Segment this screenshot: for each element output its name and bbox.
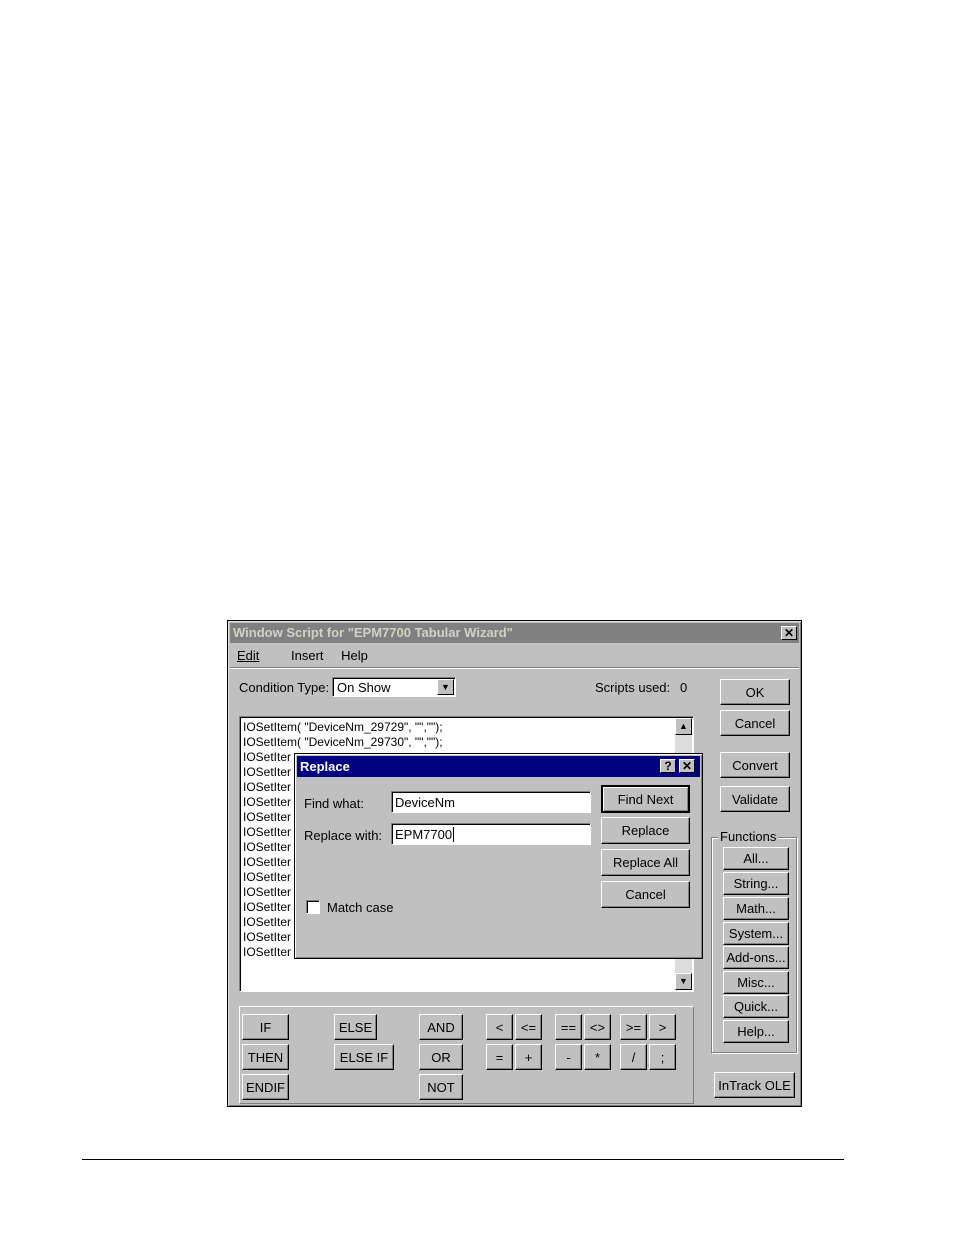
endif-button[interactable]: ENDIF xyxy=(242,1074,289,1100)
replace-with-label: Replace with: xyxy=(304,828,383,843)
condition-type-label: Condition Type: xyxy=(239,680,330,695)
menu-edit[interactable]: Edit xyxy=(237,648,273,663)
else-button[interactable]: ELSE xyxy=(334,1014,377,1040)
replace-cancel-button[interactable]: Cancel xyxy=(601,881,690,908)
ok-button[interactable]: OK xyxy=(720,679,790,705)
functions-misc-button[interactable]: Misc... xyxy=(723,971,789,994)
menu-insert[interactable]: Insert xyxy=(291,648,324,663)
scroll-down-icon[interactable]: ▼ xyxy=(675,973,692,990)
replace-with-input[interactable]: EPM7700 xyxy=(391,823,591,845)
condition-type-value: On Show xyxy=(337,680,391,695)
chevron-down-icon[interactable]: ▼ xyxy=(437,679,454,695)
window-title: Window Script for "EPM7700 Tabular Wizar… xyxy=(233,625,513,640)
footer-rule xyxy=(82,1159,844,1160)
code-line: IOSetIter xyxy=(243,945,292,959)
scroll-up-icon[interactable]: ▲ xyxy=(675,718,692,735)
op-divide-button[interactable]: / xyxy=(620,1044,647,1070)
cancel-button[interactable]: Cancel xyxy=(720,710,790,736)
code-line: IOSetIter xyxy=(243,825,292,839)
code-line: IOSetItem( "DeviceNm_29729", "",""); xyxy=(243,720,443,734)
menu-divider xyxy=(230,667,799,669)
replace-dialog: Replace ? ✕ Find what: DeviceNm Replace … xyxy=(294,753,703,959)
code-line: IOSetIter xyxy=(243,840,292,854)
op-greater-button[interactable]: > xyxy=(649,1014,676,1040)
op-minus-button[interactable]: - xyxy=(555,1044,582,1070)
find-what-label: Find what: xyxy=(304,796,364,811)
code-line: IOSetIter xyxy=(243,870,292,884)
find-next-button[interactable]: Find Next xyxy=(601,785,690,813)
functions-quick-button[interactable]: Quick... xyxy=(723,995,789,1018)
code-line: IOSetItem( "DeviceNm_29730", "",""); xyxy=(243,735,443,749)
match-case-label: Match case xyxy=(327,900,394,915)
code-line: IOSetIter xyxy=(243,855,292,869)
window-title-bar[interactable]: Window Script for "EPM7700 Tabular Wizar… xyxy=(230,623,799,643)
op-greater-equal-button[interactable]: >= xyxy=(620,1014,647,1040)
code-line: IOSetIter xyxy=(243,780,292,794)
convert-button[interactable]: Convert xyxy=(720,752,790,778)
find-what-value: DeviceNm xyxy=(395,795,455,810)
else-if-button[interactable]: ELSE IF xyxy=(334,1044,394,1070)
functions-all-button[interactable]: All... xyxy=(723,847,789,870)
scripts-used-label: Scripts used: xyxy=(595,680,671,695)
code-line: IOSetIter xyxy=(243,750,292,764)
code-line: IOSetIter xyxy=(243,810,292,824)
functions-label: Functions xyxy=(718,829,779,844)
or-button[interactable]: OR xyxy=(419,1044,463,1070)
op-not-equal-button[interactable]: <> xyxy=(584,1014,611,1040)
menu-help[interactable]: Help xyxy=(341,648,368,663)
op-less-button[interactable]: < xyxy=(486,1014,513,1040)
functions-help-button[interactable]: Help... xyxy=(723,1020,789,1043)
not-button[interactable]: NOT xyxy=(419,1074,463,1100)
op-plus-button[interactable]: + xyxy=(515,1044,542,1070)
menu-edit-label: Edit xyxy=(237,648,260,663)
code-line: IOSetIter xyxy=(243,795,292,809)
match-case-checkbox[interactable] xyxy=(306,900,320,914)
help-icon[interactable]: ? xyxy=(660,759,676,773)
op-multiply-button[interactable]: * xyxy=(584,1044,611,1070)
find-what-input[interactable]: DeviceNm xyxy=(391,791,591,813)
close-icon[interactable]: ✕ xyxy=(679,759,695,773)
replace-title-bar[interactable]: Replace ? ✕ xyxy=(297,756,700,777)
replace-with-value: EPM7700 xyxy=(395,827,455,842)
close-icon[interactable]: ✕ xyxy=(781,626,797,640)
functions-addons-button[interactable]: Add-ons... xyxy=(723,946,789,969)
replace-all-button[interactable]: Replace All xyxy=(601,849,690,876)
replace-title: Replace xyxy=(300,759,350,774)
op-assign-button[interactable]: = xyxy=(486,1044,513,1070)
code-line: IOSetIter xyxy=(243,915,292,929)
menu-bar: Edit Insert Help xyxy=(237,648,382,663)
op-semicolon-button[interactable]: ; xyxy=(649,1044,676,1070)
code-line: IOSetIter xyxy=(243,885,292,899)
validate-button[interactable]: Validate xyxy=(720,786,790,812)
op-less-equal-button[interactable]: <= xyxy=(515,1014,542,1040)
code-line: IOSetIter xyxy=(243,765,292,779)
scripts-used-value: 0 xyxy=(680,680,688,695)
code-line: IOSetIter xyxy=(243,930,292,944)
and-button[interactable]: AND xyxy=(419,1014,463,1040)
functions-math-button[interactable]: Math... xyxy=(723,897,789,920)
replace-button[interactable]: Replace xyxy=(601,817,690,844)
code-line: IOSetIter xyxy=(243,900,292,914)
functions-string-button[interactable]: String... xyxy=(723,872,789,895)
condition-type-select[interactable]: On Show ▼ xyxy=(332,677,456,697)
op-equal-equal-button[interactable]: == xyxy=(555,1014,582,1040)
functions-system-button[interactable]: System... xyxy=(723,922,789,945)
intrack-ole-button[interactable]: InTrack OLE xyxy=(714,1072,795,1098)
then-button[interactable]: THEN xyxy=(242,1044,289,1070)
if-button[interactable]: IF xyxy=(242,1014,289,1040)
